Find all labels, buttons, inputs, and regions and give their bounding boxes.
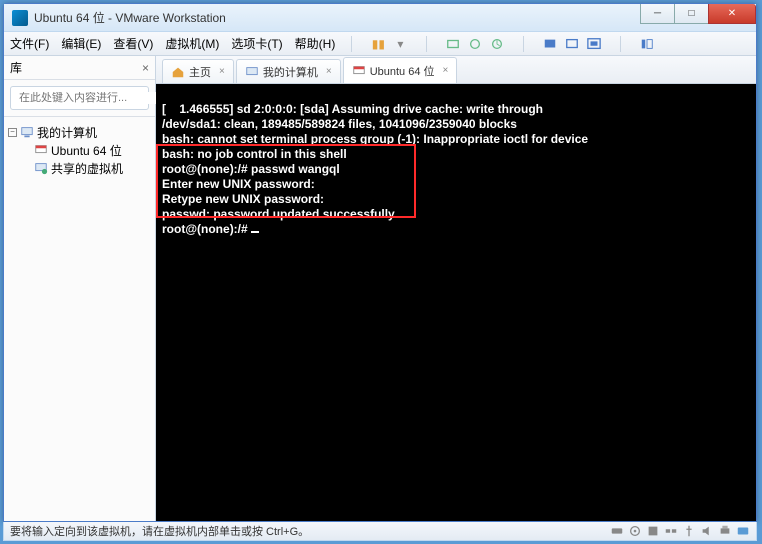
cd-icon[interactable]: [628, 524, 642, 538]
usb-icon[interactable]: [682, 524, 696, 538]
vm-tree: − 我的计算机 Ubuntu 64 位 共享的虚拟机: [4, 116, 155, 521]
menu-file[interactable]: 文件(F): [10, 35, 49, 52]
snapshot-mgr-button[interactable]: [487, 34, 507, 54]
menu-edit[interactable]: 编辑(E): [61, 35, 101, 52]
app-window: Ubuntu 64 位 - VMware Workstation ─ □ ✕ 文…: [3, 3, 757, 522]
vm-console[interactable]: [ 1.466555] sd 2:0:0:0: [sda] Assuming d…: [156, 84, 756, 521]
floppy-icon[interactable]: [646, 524, 660, 538]
sidebar-title: 库: [10, 59, 142, 76]
main-area: 库 × ▼ − 我的计算机 Ubuntu 64 位: [4, 56, 756, 521]
collapse-icon[interactable]: −: [8, 128, 17, 137]
printer-icon[interactable]: [718, 524, 732, 538]
tab-close-icon[interactable]: ×: [219, 66, 225, 77]
terminal-line: root@(none):/#: [162, 222, 251, 236]
close-button[interactable]: ✕: [708, 4, 756, 24]
tree-label: 共享的虚拟机: [51, 160, 123, 177]
menubar: 文件(F) 编辑(E) 查看(V) 虚拟机(M) 选项卡(T) 帮助(H) ▮▮…: [4, 32, 756, 56]
separator: [523, 36, 524, 52]
sidebar-close-button[interactable]: ×: [142, 61, 149, 75]
menu-view[interactable]: 查看(V): [113, 35, 153, 52]
library-toggle-button[interactable]: [637, 34, 657, 54]
tab-bar: 主页 × 我的计算机 × Ubuntu 64 位 ×: [156, 56, 756, 84]
tab-home[interactable]: 主页 ×: [162, 59, 234, 83]
status-tray: [610, 524, 750, 538]
tree-node-shared[interactable]: 共享的虚拟机: [8, 159, 151, 177]
tab-ubuntu[interactable]: Ubuntu 64 位 ×: [343, 57, 458, 83]
menu-help[interactable]: 帮助(H): [295, 35, 336, 52]
send-keys-button[interactable]: [443, 34, 463, 54]
tree-label: Ubuntu 64 位: [51, 142, 122, 159]
view-unity-button[interactable]: [562, 34, 582, 54]
titlebar[interactable]: Ubuntu 64 位 - VMware Workstation ─ □ ✕: [4, 4, 756, 32]
sound-icon[interactable]: [700, 524, 714, 538]
minimize-button[interactable]: ─: [640, 4, 674, 24]
menu-vm[interactable]: 虚拟机(M): [165, 35, 219, 52]
network-icon[interactable]: [664, 524, 678, 538]
separator: [351, 36, 352, 52]
terminal-line: [ 1.466555] sd 2:0:0:0: [sda] Assuming d…: [162, 102, 543, 116]
highlight-box: [156, 144, 416, 218]
fullscreen-button[interactable]: [584, 34, 604, 54]
maximize-button[interactable]: □: [674, 4, 708, 24]
tree-root-mypc[interactable]: − 我的计算机: [8, 123, 151, 141]
window-title: Ubuntu 64 位 - VMware Workstation: [34, 9, 226, 26]
content-area: 主页 × 我的计算机 × Ubuntu 64 位 × [ 1.466555] s…: [156, 56, 756, 521]
snapshot-button[interactable]: [465, 34, 485, 54]
tab-label: Ubuntu 64 位: [370, 63, 435, 79]
tree-label: 我的计算机: [37, 124, 97, 141]
tree-node-ubuntu[interactable]: Ubuntu 64 位: [8, 141, 151, 159]
vm-icon: [34, 143, 48, 157]
computer-icon: [245, 65, 259, 79]
disk-icon[interactable]: [610, 524, 624, 538]
search-input[interactable]: [19, 92, 161, 104]
separator: [426, 36, 427, 52]
vmware-icon: [12, 10, 28, 26]
shared-vm-icon: [34, 161, 48, 175]
power-dropdown[interactable]: ▾: [390, 34, 410, 54]
pause-button[interactable]: ▮▮: [368, 34, 388, 54]
search-box[interactable]: ▼: [10, 86, 149, 110]
vm-icon: [352, 64, 366, 78]
message-icon[interactable]: [736, 524, 750, 538]
terminal-line: /dev/sda1: clean, 189485/589824 files, 1…: [162, 117, 517, 131]
view-console-button[interactable]: [540, 34, 560, 54]
status-text: 要将输入定向到该虚拟机，请在虚拟机内部单击或按 Ctrl+G。: [10, 523, 309, 539]
tab-close-icon[interactable]: ×: [326, 66, 332, 77]
sidebar: 库 × ▼ − 我的计算机 Ubuntu 64 位: [4, 56, 156, 521]
menu-tabs[interactable]: 选项卡(T): [231, 35, 282, 52]
home-icon: [171, 65, 185, 79]
tab-label: 主页: [189, 64, 211, 80]
tab-label: 我的计算机: [263, 64, 318, 80]
cursor-icon: [251, 231, 259, 233]
tab-close-icon[interactable]: ×: [443, 65, 449, 76]
computer-icon: [20, 125, 34, 139]
tab-mypc[interactable]: 我的计算机 ×: [236, 59, 341, 83]
status-bar: 要将输入定向到该虚拟机，请在虚拟机内部单击或按 Ctrl+G。: [3, 522, 757, 541]
separator: [620, 36, 621, 52]
